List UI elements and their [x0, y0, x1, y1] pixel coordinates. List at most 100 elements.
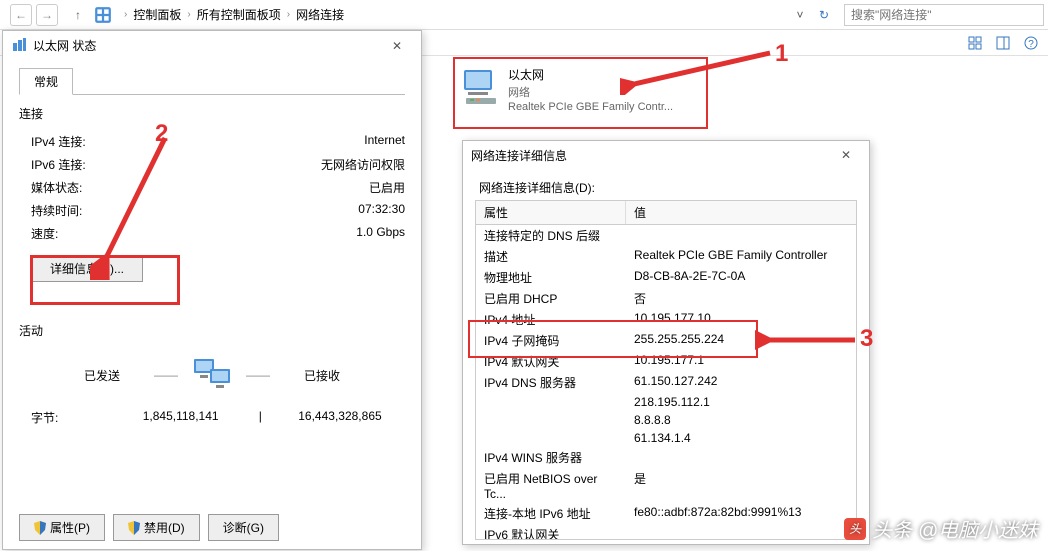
explorer-topbar: ← → ↑ › 控制面板 › 所有控制面板项 › 网络连接 ˅ ↻	[0, 0, 1048, 30]
details-list-label: 网络连接详细信息(D):	[479, 179, 857, 196]
property-cell: IPv4 WINS 服务器	[476, 448, 626, 467]
toutiao-icon: 头	[844, 518, 866, 540]
chevron-right-icon: ›	[287, 9, 290, 20]
table-row[interactable]: IPv4 地址10.195.177.10	[476, 309, 856, 330]
chevron-right-icon: ›	[124, 9, 127, 20]
help-icon[interactable]: ?	[1022, 34, 1040, 52]
ethernet-status-dialog: 以太网 状态 ✕ 常规 连接 IPv4 连接:Internet IPv6 连接:…	[2, 30, 422, 550]
adapter-text: 以太网 网络 Realtek PCIe GBE Family Contr...	[508, 66, 673, 113]
value-cell: D8-CB-8A-2E-7C-0A	[626, 268, 856, 287]
details-pane-icon[interactable]	[994, 34, 1012, 52]
activity-section-head: 活动	[19, 322, 405, 339]
table-row[interactable]: 物理地址D8-CB-8A-2E-7C-0A	[476, 267, 856, 288]
details-dialog-body: 网络连接详细信息(D): 属性 值 连接特定的 DNS 后缀描述Realtek …	[463, 169, 869, 546]
table-row[interactable]: 连接-本地 IPv6 地址fe80::adbf:872a:82bd:9991%1…	[476, 503, 856, 524]
disable-button[interactable]: 禁用(D)	[113, 514, 200, 541]
table-row[interactable]: IPv4 子网掩码255.255.255.224	[476, 330, 856, 351]
table-row[interactable]: IPv6 默认网关	[476, 524, 856, 540]
shield-icon	[34, 521, 46, 535]
sent-label: 已发送	[62, 367, 142, 384]
status-dialog-body: 常规 连接 IPv4 连接:Internet IPv6 连接:无网络访问权限 媒…	[3, 59, 421, 438]
details-dialog-titlebar: 网络连接详细信息 ✕	[463, 141, 869, 169]
close-button[interactable]: ✕	[377, 35, 417, 57]
shield-icon	[128, 521, 140, 535]
adapter-card-ethernet[interactable]: 以太网 网络 Realtek PCIe GBE Family Contr...	[450, 60, 700, 119]
breadcrumb-item-control-panel[interactable]: 控制面板	[129, 4, 185, 25]
tab-general[interactable]: 常规	[19, 68, 73, 95]
breadcrumb-item-network[interactable]: 网络连接	[292, 4, 348, 25]
bytes-sent-value: 1,845,118,141	[116, 409, 246, 426]
breadcrumb: › 控制面板 › 所有控制面板项 › 网络连接	[118, 4, 792, 25]
media-value: 已启用	[369, 179, 405, 196]
details-button[interactable]: 详细信息(E)...	[31, 255, 143, 282]
table-row[interactable]: 已启用 DHCP否	[476, 288, 856, 309]
nav-arrows: ← →	[4, 4, 64, 26]
adapter-list: 以太网 网络 Realtek PCIe GBE Family Contr...	[450, 60, 700, 119]
properties-button[interactable]: 属性(P)	[19, 514, 105, 541]
duration-label: 持续时间:	[31, 202, 82, 219]
search-input[interactable]	[844, 4, 1044, 26]
control-panel-icon	[94, 6, 112, 24]
table-row[interactable]: IPv4 WINS 服务器	[476, 447, 856, 468]
property-cell: 已启用 NetBIOS over Tc...	[476, 469, 626, 502]
nav-up-button[interactable]: ↑	[68, 5, 88, 25]
properties-button-label: 属性(P)	[50, 519, 90, 536]
value-cell: 否	[626, 289, 856, 308]
tab-row: 常规	[19, 67, 405, 95]
breadcrumb-item-all[interactable]: 所有控制面板项	[193, 4, 285, 25]
status-button-bar: 属性(P) 禁用(D) 诊断(G)	[19, 514, 405, 541]
table-row[interactable]: IPv4 DNS 服务器61.150.127.242	[476, 372, 856, 393]
table-row[interactable]: 已启用 NetBIOS over Tc...是	[476, 468, 856, 503]
table-row[interactable]: 描述Realtek PCIe GBE Family Controller	[476, 246, 856, 267]
dash-icon: ——	[246, 368, 270, 382]
row-speed: 速度:1.0 Gbps	[19, 222, 405, 245]
activity-section: 活动 已发送 —— —— 已接收 字节: 1,845,118,141 | 16,…	[19, 322, 405, 430]
watermark-text: 头条 @电脑小迷妹	[872, 514, 1038, 543]
network-details-dialog: 网络连接详细信息 ✕ 网络连接详细信息(D): 属性 值 连接特定的 DNS 后…	[462, 140, 870, 545]
value-cell: 10.195.177.1	[626, 352, 856, 371]
chevron-right-icon: ›	[187, 9, 190, 20]
property-cell	[476, 412, 626, 428]
annotation-number-3: 3	[860, 325, 873, 353]
duration-value: 07:32:30	[358, 202, 405, 219]
table-row[interactable]: 61.134.1.4	[476, 429, 856, 447]
command-bar-right: ?	[966, 34, 1040, 52]
disable-button-label: 禁用(D)	[144, 519, 185, 536]
property-cell: IPv6 默认网关	[476, 525, 626, 540]
breadcrumb-dropdown-button[interactable]: ˅	[792, 4, 808, 26]
details-dialog-title: 网络连接详细信息	[471, 147, 567, 164]
annotation-number-2: 2	[155, 120, 168, 148]
value-cell: 255.255.255.224	[626, 331, 856, 350]
col-property[interactable]: 属性	[476, 201, 626, 224]
nav-right-group: ˅ ↻	[792, 4, 1044, 26]
recv-label: 已接收	[282, 367, 362, 384]
table-row[interactable]: 连接特定的 DNS 后缀	[476, 225, 856, 246]
adapter-network: 网络	[508, 84, 673, 100]
view-icon[interactable]	[966, 34, 984, 52]
table-row[interactable]: IPv4 默认网关10.195.177.1	[476, 351, 856, 372]
col-value[interactable]: 值	[626, 201, 856, 224]
connection-section-head: 连接	[19, 105, 405, 122]
value-cell: Realtek PCIe GBE Family Controller	[626, 247, 856, 266]
value-cell: 10.195.177.10	[626, 310, 856, 329]
row-media: 媒体状态:已启用	[19, 176, 405, 199]
table-row[interactable]: 8.8.8.8	[476, 411, 856, 429]
table-row[interactable]: 218.195.112.1	[476, 393, 856, 411]
value-cell: 8.8.8.8	[626, 412, 856, 428]
annotation-number-1: 1	[775, 40, 788, 68]
network-status-icon	[11, 37, 27, 53]
nav-back-button[interactable]: ←	[10, 4, 32, 26]
nav-forward-button[interactable]: →	[36, 4, 58, 26]
diagnose-button[interactable]: 诊断(G)	[208, 514, 279, 541]
status-dialog-titlebar: 以太网 状态 ✕	[3, 31, 421, 59]
property-cell: 连接特定的 DNS 后缀	[476, 226, 626, 245]
speed-label: 速度:	[31, 225, 58, 242]
value-cell: 218.195.112.1	[626, 394, 856, 410]
details-table-body: 连接特定的 DNS 后缀描述Realtek PCIe GBE Family Co…	[476, 225, 856, 540]
close-button[interactable]: ✕	[831, 145, 861, 165]
property-cell: IPv4 默认网关	[476, 352, 626, 371]
details-table: 属性 值 连接特定的 DNS 后缀描述Realtek PCIe GBE Fami…	[475, 200, 857, 540]
refresh-button[interactable]: ↻	[812, 4, 836, 26]
diagnose-button-label: 诊断(G)	[223, 519, 264, 536]
property-cell: 描述	[476, 247, 626, 266]
